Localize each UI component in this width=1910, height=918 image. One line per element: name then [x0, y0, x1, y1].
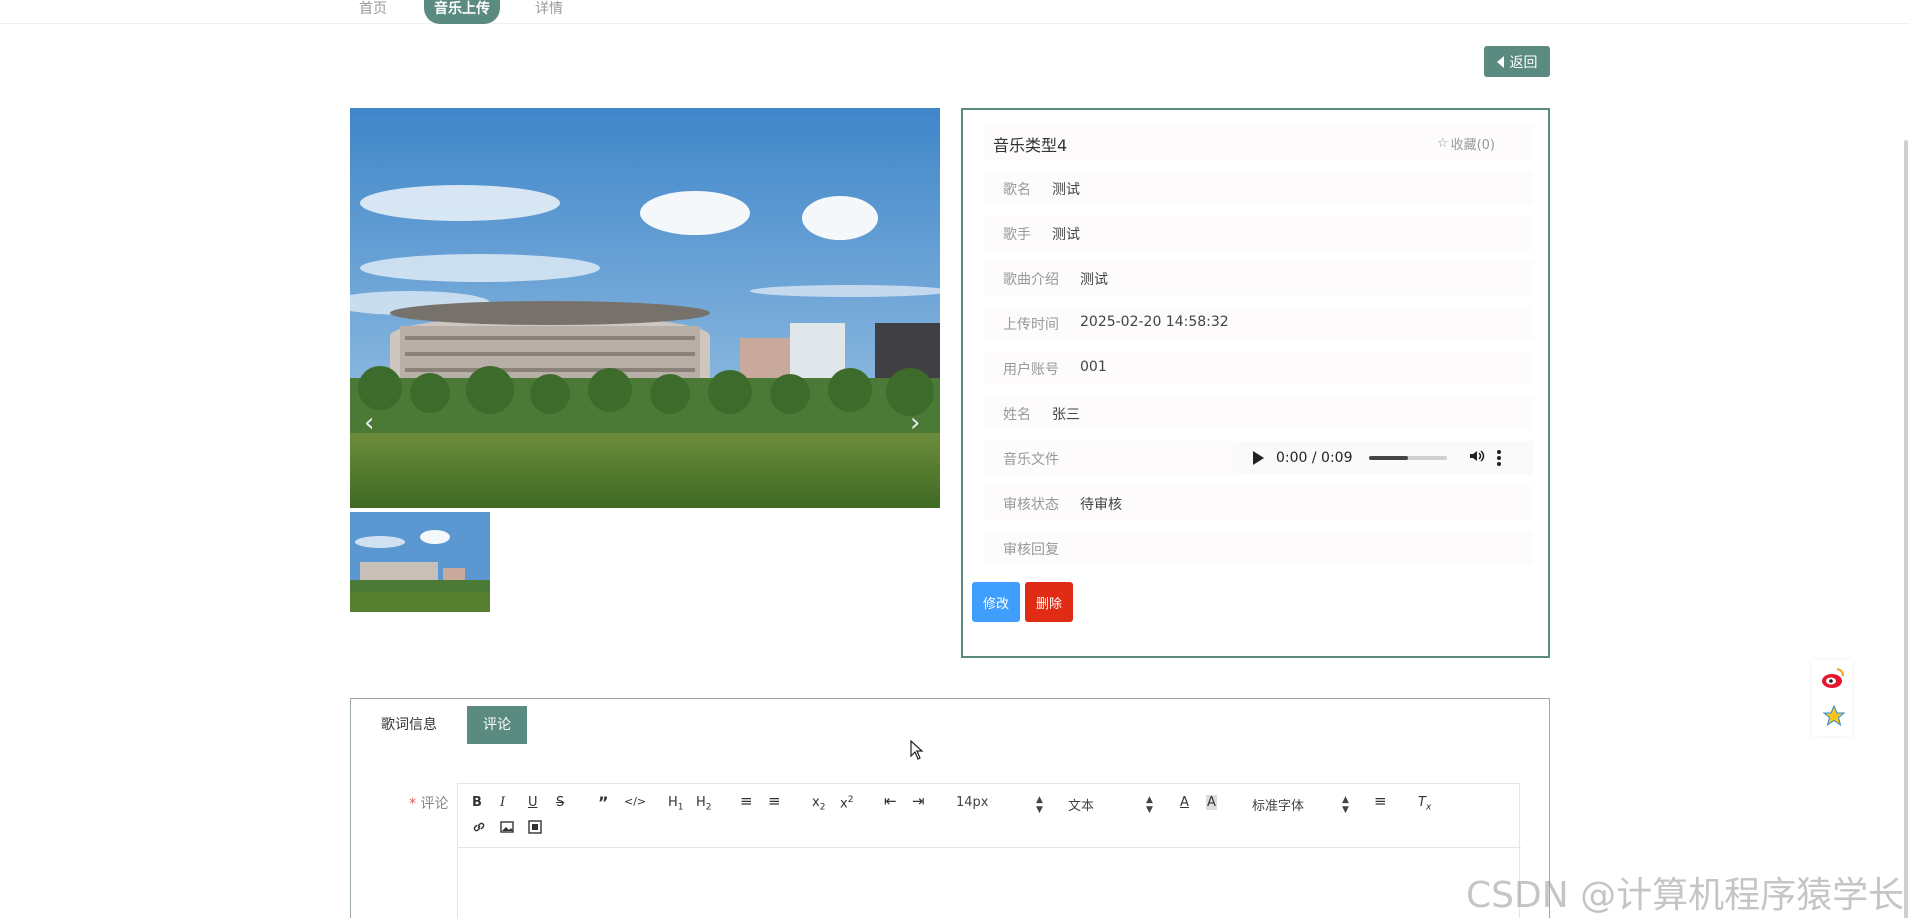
field-value: 张三 — [1052, 407, 1080, 423]
field-label: 姓名 — [1003, 407, 1031, 423]
star-outline-icon: ☆ — [1436, 136, 1449, 151]
italic-icon[interactable]: I — [500, 795, 505, 810]
volume-icon[interactable] — [1469, 448, 1485, 468]
field-label: 上传时间 — [1003, 317, 1059, 333]
field-label: 歌手 — [1003, 227, 1031, 243]
strike-icon[interactable]: S — [556, 795, 564, 810]
page-scrollbar[interactable] — [1904, 140, 1908, 918]
ordered-list-icon[interactable]: ≡ — [740, 792, 753, 810]
caret-left-icon — [1496, 55, 1504, 68]
field-label: 歌曲介绍 — [1003, 272, 1059, 288]
favorite-button[interactable]: ☆ 收藏(0) — [1437, 134, 1495, 153]
rich-text-editor: B I U S ” </> H1 H2 ≡ ≡ x2 x2 ⇤ ⇥ 14px ▲… — [457, 783, 1521, 918]
blockquote-icon[interactable]: ” — [598, 793, 609, 812]
paragraph-select[interactable]: 文本 ▲ ▼ — [1068, 795, 1156, 815]
field-value: 001 — [1080, 359, 1107, 375]
font-size-value: 14px — [956, 795, 989, 810]
field-value: 测试 — [1080, 272, 1108, 288]
campus-thumb — [350, 512, 490, 612]
floating-share-panel — [1812, 660, 1852, 736]
header1-icon[interactable]: H1 — [668, 795, 684, 813]
header2-icon[interactable]: H2 — [696, 795, 712, 813]
carousel-prev-icon[interactable]: ‹ — [364, 408, 374, 438]
bold-icon[interactable]: B — [472, 795, 482, 810]
font-size-select[interactable]: 14px ▲ ▼ — [956, 795, 1044, 815]
field-label: 审核状态 — [1003, 497, 1059, 513]
field-name: 姓名 张三 — [983, 396, 1533, 430]
comment-label: * 评论 — [409, 793, 448, 813]
video-icon[interactable] — [528, 820, 542, 838]
background-color-icon[interactable]: A — [1206, 795, 1217, 810]
page: 首页 音乐上传 详情 返回 ‹ › 音乐类型4 ☆ 收藏(0) 歌名 测试 歌手… — [0, 0, 1910, 918]
outdent-icon[interactable]: ⇤ — [884, 792, 897, 810]
field-label: 审核回复 — [1003, 542, 1059, 558]
star-favorite-icon[interactable] — [1822, 704, 1846, 732]
font-family-select[interactable]: 标准字体 ▲ ▼ — [1252, 795, 1350, 815]
underline-icon[interactable]: U — [528, 795, 538, 810]
font-color-icon[interactable]: A — [1180, 795, 1189, 810]
back-label: 返回 — [1509, 54, 1538, 71]
indent-icon[interactable]: ⇥ — [912, 792, 925, 810]
field-label: 歌名 — [1003, 182, 1031, 198]
watermark: CSDN @计算机程序猿学长 — [1466, 875, 1905, 916]
tab-lyrics[interactable]: 歌词信息 — [365, 706, 453, 744]
more-options-icon[interactable] — [1496, 450, 1501, 466]
field-label: 用户账号 — [1003, 362, 1059, 378]
carousel-main-image: ‹ › — [350, 108, 940, 508]
audio-progress-fill — [1368, 456, 1408, 460]
audio-progress-track[interactable] — [1368, 456, 1447, 460]
field-value: 测试 — [1052, 182, 1080, 198]
paragraph-value: 文本 — [1068, 799, 1095, 814]
audio-player: 0:00 / 0:09 — [1233, 441, 1533, 475]
delete-button[interactable]: 删除 — [1025, 582, 1073, 622]
link-icon[interactable] — [472, 820, 486, 838]
field-value: 待审核 — [1080, 497, 1122, 513]
field-review-status: 审核状态 待审核 — [983, 486, 1533, 520]
tab-comments[interactable]: 评论 — [467, 706, 527, 744]
comment-label-text: 评论 — [420, 796, 449, 812]
field-review-reply: 审核回复 — [983, 531, 1533, 565]
detail-header: 音乐类型4 ☆ 收藏(0) — [983, 124, 1533, 160]
image-icon[interactable] — [500, 820, 514, 838]
select-arrows-icon: ▲ ▼ — [1036, 795, 1043, 815]
font-family-value: 标准字体 — [1252, 799, 1305, 814]
clear-format-icon[interactable]: Tx — [1418, 795, 1431, 813]
field-user-account: 用户账号 001 — [983, 351, 1533, 385]
play-icon[interactable] — [1253, 451, 1264, 465]
audio-time: 0:00 / 0:09 — [1276, 450, 1353, 466]
edit-button[interactable]: 修改 — [972, 582, 1020, 622]
field-song-intro: 歌曲介绍 测试 — [983, 261, 1533, 295]
back-button[interactable]: 返回 — [1484, 46, 1550, 77]
detail-panel: 音乐类型4 ☆ 收藏(0) 歌名 测试 歌手 测试 歌曲介绍 测试 上传时间 2… — [961, 108, 1550, 658]
thumbnail-image[interactable] — [350, 512, 490, 612]
subscript-icon[interactable]: x2 — [812, 795, 825, 813]
field-label: 音乐文件 — [1003, 452, 1059, 468]
weibo-icon[interactable] — [1820, 666, 1846, 696]
field-singer: 歌手 测试 — [983, 216, 1533, 250]
editor-toolbar: B I U S ” </> H1 H2 ≡ ≡ x2 x2 ⇤ ⇥ 14px ▲… — [458, 784, 1521, 848]
mouse-cursor-icon — [910, 739, 924, 764]
bullet-list-icon[interactable]: ≡ — [768, 792, 781, 810]
required-mark: * — [409, 796, 416, 812]
field-song-name: 歌名 测试 — [983, 171, 1533, 205]
nav-music-upload[interactable]: 音乐上传 — [424, 0, 500, 24]
field-music-file: 音乐文件 0:00 / 0:09 — [983, 441, 1533, 475]
music-type-title: 音乐类型4 — [993, 136, 1068, 155]
field-value: 测试 — [1052, 227, 1080, 243]
nav-detail[interactable]: 详情 — [535, 0, 563, 24]
favorite-label: 收藏(0) — [1450, 138, 1495, 153]
code-block-icon[interactable]: </> — [624, 795, 646, 808]
top-nav: 首页 音乐上传 详情 — [0, 0, 1910, 24]
select-arrows-icon: ▲ ▼ — [1146, 795, 1153, 815]
nav-home[interactable]: 首页 — [359, 0, 387, 24]
campus-photo — [350, 108, 940, 508]
select-arrows-icon: ▲ ▼ — [1342, 795, 1349, 815]
field-upload-time: 上传时间 2025-02-20 14:58:32 — [983, 306, 1533, 340]
carousel-next-icon[interactable]: › — [910, 408, 920, 438]
superscript-icon[interactable]: x2 — [840, 795, 853, 811]
tabs-section: 歌词信息 评论 * 评论 B I U S ” </> H1 H2 ≡ ≡ x2 … — [350, 698, 1550, 918]
align-left-icon[interactable]: ≡ — [1374, 792, 1387, 810]
field-value: 2025-02-20 14:58:32 — [1080, 314, 1229, 330]
